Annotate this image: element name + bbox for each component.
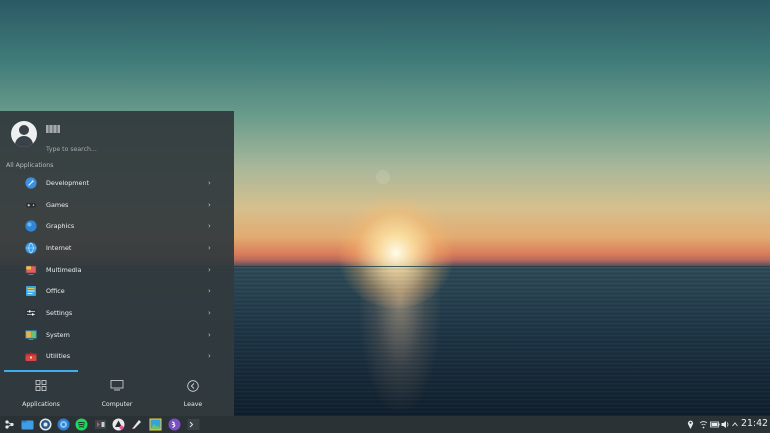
monitor-icon — [110, 380, 124, 391]
sun-reflection — [360, 270, 440, 410]
tab-leave[interactable]: Leave — [154, 376, 232, 414]
graphics-icon — [25, 220, 37, 232]
media-icon[interactable] — [94, 418, 107, 431]
location-icon[interactable] — [687, 419, 694, 430]
tab-applications[interactable]: Applications — [2, 376, 80, 414]
chevron-right-icon: › — [208, 287, 211, 296]
office-icon — [26, 286, 36, 297]
lens-flare — [376, 170, 390, 184]
category-settings[interactable]: Settings › — [0, 302, 234, 324]
chevron-right-icon: › — [208, 265, 211, 274]
section-title: All Applications — [6, 162, 54, 169]
emacs-icon[interactable] — [168, 418, 181, 431]
category-system[interactable]: System › — [0, 324, 234, 346]
arrow-left-circle-icon — [187, 380, 199, 392]
chevron-right-icon: › — [208, 352, 211, 361]
chevron-right-icon: › — [208, 308, 211, 317]
browser-icon[interactable] — [57, 418, 70, 431]
chevron-right-icon: › — [208, 200, 211, 209]
games-icon — [26, 202, 36, 208]
chevron-right-icon: › — [208, 330, 211, 339]
taskbar: 21:42 — [0, 416, 770, 433]
category-list: Development › Games › Graphics › Interne… — [0, 172, 234, 367]
username-blurred — [46, 125, 60, 133]
chevron-right-icon: › — [208, 178, 211, 187]
active-tab-indicator — [4, 370, 78, 372]
search-input[interactable] — [46, 143, 216, 155]
utilities-icon — [25, 351, 37, 361]
category-graphics[interactable]: Graphics › — [0, 215, 234, 237]
settings-icon — [25, 309, 37, 318]
network-icon[interactable] — [699, 419, 708, 430]
internet-icon — [25, 242, 37, 254]
development-icon — [25, 177, 37, 189]
clock[interactable]: 21:42 — [741, 418, 768, 429]
application-launcher-menu: All Applications Development › Games › G… — [0, 111, 234, 416]
system-icon — [25, 330, 37, 340]
inkscape-icon[interactable] — [112, 418, 125, 431]
steam-icon[interactable] — [39, 418, 52, 431]
category-internet[interactable]: Internet › — [0, 237, 234, 259]
avatar[interactable] — [11, 121, 37, 147]
category-multimedia[interactable]: Multimedia › — [0, 259, 234, 281]
grid-icon — [35, 380, 47, 391]
chevron-right-icon: › — [208, 243, 211, 252]
terminal-icon[interactable] — [187, 418, 200, 431]
battery-icon[interactable] — [710, 419, 720, 430]
expand-tray-icon[interactable] — [732, 419, 738, 430]
tab-computer[interactable]: Computer — [78, 376, 156, 414]
volume-icon[interactable] — [721, 419, 730, 430]
app-launcher-icon[interactable] — [3, 418, 16, 431]
multimedia-icon — [25, 265, 37, 275]
category-development[interactable]: Development › — [0, 172, 234, 194]
chevron-right-icon: › — [208, 222, 211, 231]
image-viewer-icon[interactable] — [149, 418, 162, 431]
file-manager-icon[interactable] — [21, 418, 34, 431]
category-office[interactable]: Office › — [0, 280, 234, 302]
category-utilities[interactable]: Utilities › — [0, 346, 234, 368]
menu-tab-bar: Applications Computer Leave — [0, 370, 234, 416]
category-games[interactable]: Games › — [0, 194, 234, 216]
spotify-icon[interactable] — [75, 418, 88, 431]
krita-icon[interactable] — [130, 418, 143, 431]
